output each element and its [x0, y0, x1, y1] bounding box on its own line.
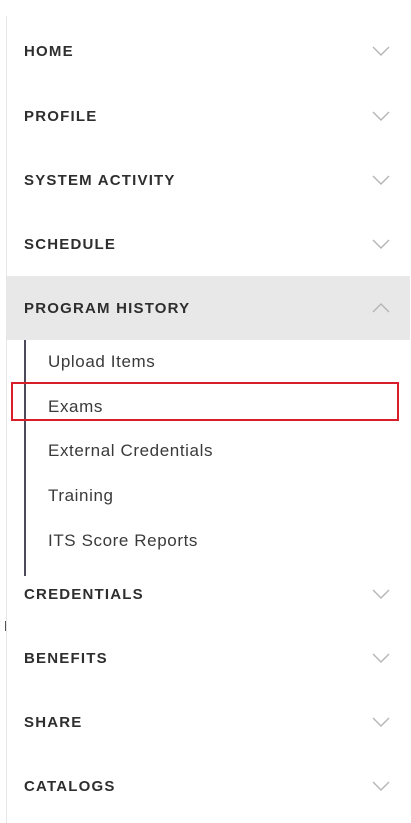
nav-label-profile: PROFILE: [24, 107, 98, 125]
nav-item-home[interactable]: HOME: [7, 19, 410, 83]
chevron-down-icon: [372, 585, 390, 603]
chevron-down-icon: [372, 649, 390, 667]
submenu-item-upload-items[interactable]: Upload Items: [26, 340, 406, 384]
nav-label-benefits: BENEFITS: [24, 649, 108, 667]
chevron-up-icon: [372, 299, 390, 317]
nav-item-catalogs[interactable]: CATALOGS: [7, 754, 410, 818]
chevron-down-icon: [372, 171, 390, 189]
nav-item-benefits[interactable]: BENEFITS: [7, 626, 410, 690]
sidebar-nav: HOME PROFILE SYSTEM ACTIVITY SCHEDULE PR…: [6, 16, 411, 823]
submenu-item-external-credentials[interactable]: External Credentials: [26, 429, 406, 473]
chevron-down-icon: [372, 713, 390, 731]
nav-label-program-history: PROGRAM HISTORY: [24, 299, 191, 317]
submenu-item-its-score-reports[interactable]: ITS Score Reports: [26, 519, 406, 563]
nav-label-home: HOME: [24, 42, 74, 60]
chevron-down-icon: [372, 107, 390, 125]
nav-label-credentials: CREDENTIALS: [24, 585, 144, 603]
nav-label-system-activity: SYSTEM ACTIVITY: [24, 171, 176, 189]
nav-label-schedule: SCHEDULE: [24, 235, 117, 253]
chevron-down-icon: [372, 777, 390, 795]
program-history-submenu: Upload Items Exams External Credentials …: [24, 340, 411, 576]
submenu-item-exams[interactable]: Exams: [26, 385, 406, 429]
submenu-label: External Credentials: [48, 441, 214, 460]
submenu-label: ITS Score Reports: [48, 531, 199, 550]
nav-item-schedule[interactable]: SCHEDULE: [7, 212, 410, 276]
nav-item-profile[interactable]: PROFILE: [7, 84, 410, 148]
nav-item-credentials[interactable]: CREDENTIALS: [7, 562, 410, 626]
nav-label-catalogs: CATALOGS: [24, 777, 116, 795]
chevron-down-icon: [372, 235, 390, 253]
submenu-label: Upload Items: [48, 352, 156, 371]
chevron-down-icon: [372, 42, 390, 60]
nav-label-share: SHARE: [24, 713, 83, 731]
nav-item-system-activity[interactable]: SYSTEM ACTIVITY: [7, 148, 410, 212]
nav-item-program-history[interactable]: PROGRAM HISTORY: [7, 276, 410, 340]
submenu-label: Exams: [48, 397, 103, 416]
nav-item-share[interactable]: SHARE: [7, 690, 410, 754]
submenu-label: Training: [48, 486, 114, 505]
submenu-item-training[interactable]: Training: [26, 474, 406, 518]
divider: [5, 621, 6, 631]
